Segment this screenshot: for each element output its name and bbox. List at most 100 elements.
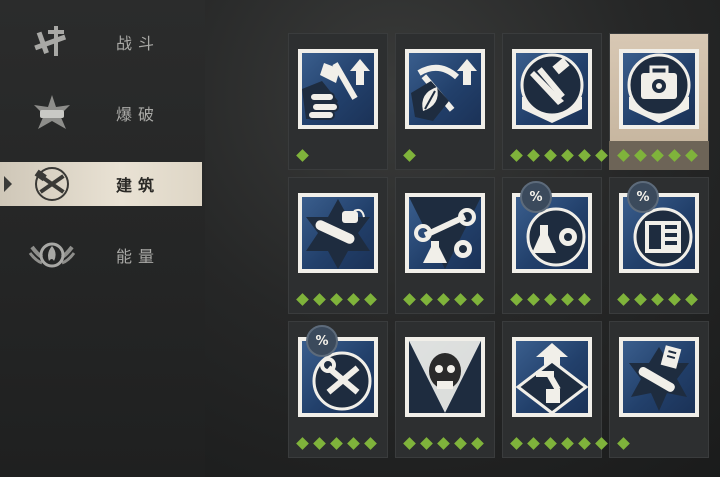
- level-star: [561, 149, 574, 162]
- level-stars: [617, 149, 698, 162]
- level-star: [296, 149, 309, 162]
- level-star: [471, 437, 484, 450]
- skill-frame: [512, 337, 592, 417]
- skill-frame: [405, 193, 485, 273]
- skill-card[interactable]: [609, 321, 709, 458]
- discount-badge: %: [306, 325, 338, 357]
- toolbox-gear-downgrade-icon: [623, 53, 695, 125]
- level-star: [330, 437, 343, 450]
- level-star: [403, 437, 416, 450]
- skill-tree-screen: 战斗 爆破 建筑 能量 % % %: [0, 0, 720, 477]
- skill-grid: % % %: [288, 33, 720, 458]
- category-sidebar: 战斗 爆破 建筑 能量: [0, 0, 205, 477]
- skill-card[interactable]: [288, 177, 388, 314]
- level-star: [296, 293, 309, 306]
- level-star: [595, 149, 608, 162]
- chainsaw-icon: [302, 197, 374, 269]
- level-stars: [617, 293, 698, 306]
- level-star: [617, 437, 630, 450]
- level-star: [347, 293, 360, 306]
- category-combat[interactable]: 战斗: [0, 20, 202, 64]
- discount-badge: %: [627, 181, 659, 213]
- level-star: [651, 293, 664, 306]
- level-star: [578, 149, 591, 162]
- construction-icon: [26, 162, 78, 206]
- skill-frame: [512, 49, 592, 129]
- level-star: [364, 437, 377, 450]
- skill-card[interactable]: [395, 33, 495, 170]
- category-label: 爆破: [116, 105, 161, 124]
- level-star: [347, 437, 360, 450]
- level-star: [561, 437, 574, 450]
- level-star: [544, 293, 557, 306]
- hammer-saw-downgrade-icon: [516, 53, 588, 125]
- level-stars: [510, 293, 591, 306]
- category-explosives[interactable]: 爆破: [0, 91, 202, 135]
- level-star: [403, 293, 416, 306]
- level-star: [668, 293, 681, 306]
- level-star: [471, 293, 484, 306]
- level-star: [437, 293, 450, 306]
- level-star: [296, 437, 309, 450]
- level-star: [510, 293, 523, 306]
- explosives-icon: [26, 91, 78, 135]
- skill-card[interactable]: %: [288, 321, 388, 458]
- skill-frame: [298, 49, 378, 129]
- skill-card[interactable]: %: [502, 177, 602, 314]
- skill-card[interactable]: %: [609, 177, 709, 314]
- category-label: 建筑: [116, 176, 161, 195]
- level-star: [313, 437, 326, 450]
- level-star: [561, 293, 574, 306]
- level-star: [668, 149, 681, 162]
- level-stars: [403, 437, 484, 450]
- category-label: 能量: [116, 247, 161, 266]
- level-star: [364, 293, 377, 306]
- level-star: [454, 437, 467, 450]
- level-star: [544, 149, 557, 162]
- level-star: [527, 437, 540, 450]
- level-star: [420, 293, 433, 306]
- skill-card[interactable]: [502, 321, 608, 458]
- level-stars: [296, 437, 377, 450]
- skill-card[interactable]: [288, 33, 388, 170]
- level-star: [595, 437, 608, 450]
- category-energy[interactable]: 能量: [0, 233, 202, 277]
- combat-icon: [26, 20, 78, 64]
- level-stars: [617, 437, 630, 450]
- level-star: [634, 293, 647, 306]
- level-star: [685, 293, 698, 306]
- skill-card[interactable]: [502, 33, 608, 170]
- level-star: [510, 437, 523, 450]
- level-star: [578, 437, 591, 450]
- wrench-flask-gear-icon: [409, 197, 481, 269]
- level-stars: [510, 437, 608, 450]
- skill-frame: [619, 49, 699, 129]
- level-star: [617, 293, 630, 306]
- level-star: [313, 293, 326, 306]
- category-construction[interactable]: 建筑: [0, 162, 202, 206]
- skill-frame: [298, 193, 378, 273]
- level-star: [403, 149, 416, 162]
- skill-frame: [619, 337, 699, 417]
- skill-frame: [405, 337, 485, 417]
- skill-card[interactable]: [395, 177, 495, 314]
- level-stars: [296, 149, 309, 162]
- skill-card-selected[interactable]: [609, 33, 709, 170]
- level-star: [330, 293, 343, 306]
- robot-arm-upgrade-icon: [516, 341, 588, 413]
- category-label: 战斗: [116, 34, 161, 53]
- chainsaw-blueprint-icon: [623, 341, 695, 413]
- level-star: [527, 149, 540, 162]
- level-star: [527, 293, 540, 306]
- level-star: [617, 149, 630, 162]
- level-star: [544, 437, 557, 450]
- energy-icon: [26, 233, 78, 277]
- pickaxe-leaf-upgrade-icon: [409, 53, 481, 125]
- axe-logs-upgrade-icon: [302, 53, 374, 125]
- skill-card[interactable]: [395, 321, 495, 458]
- level-star: [510, 149, 523, 162]
- level-star: [634, 149, 647, 162]
- level-star: [578, 293, 591, 306]
- skill-frame: [405, 49, 485, 129]
- level-stars: [296, 293, 377, 306]
